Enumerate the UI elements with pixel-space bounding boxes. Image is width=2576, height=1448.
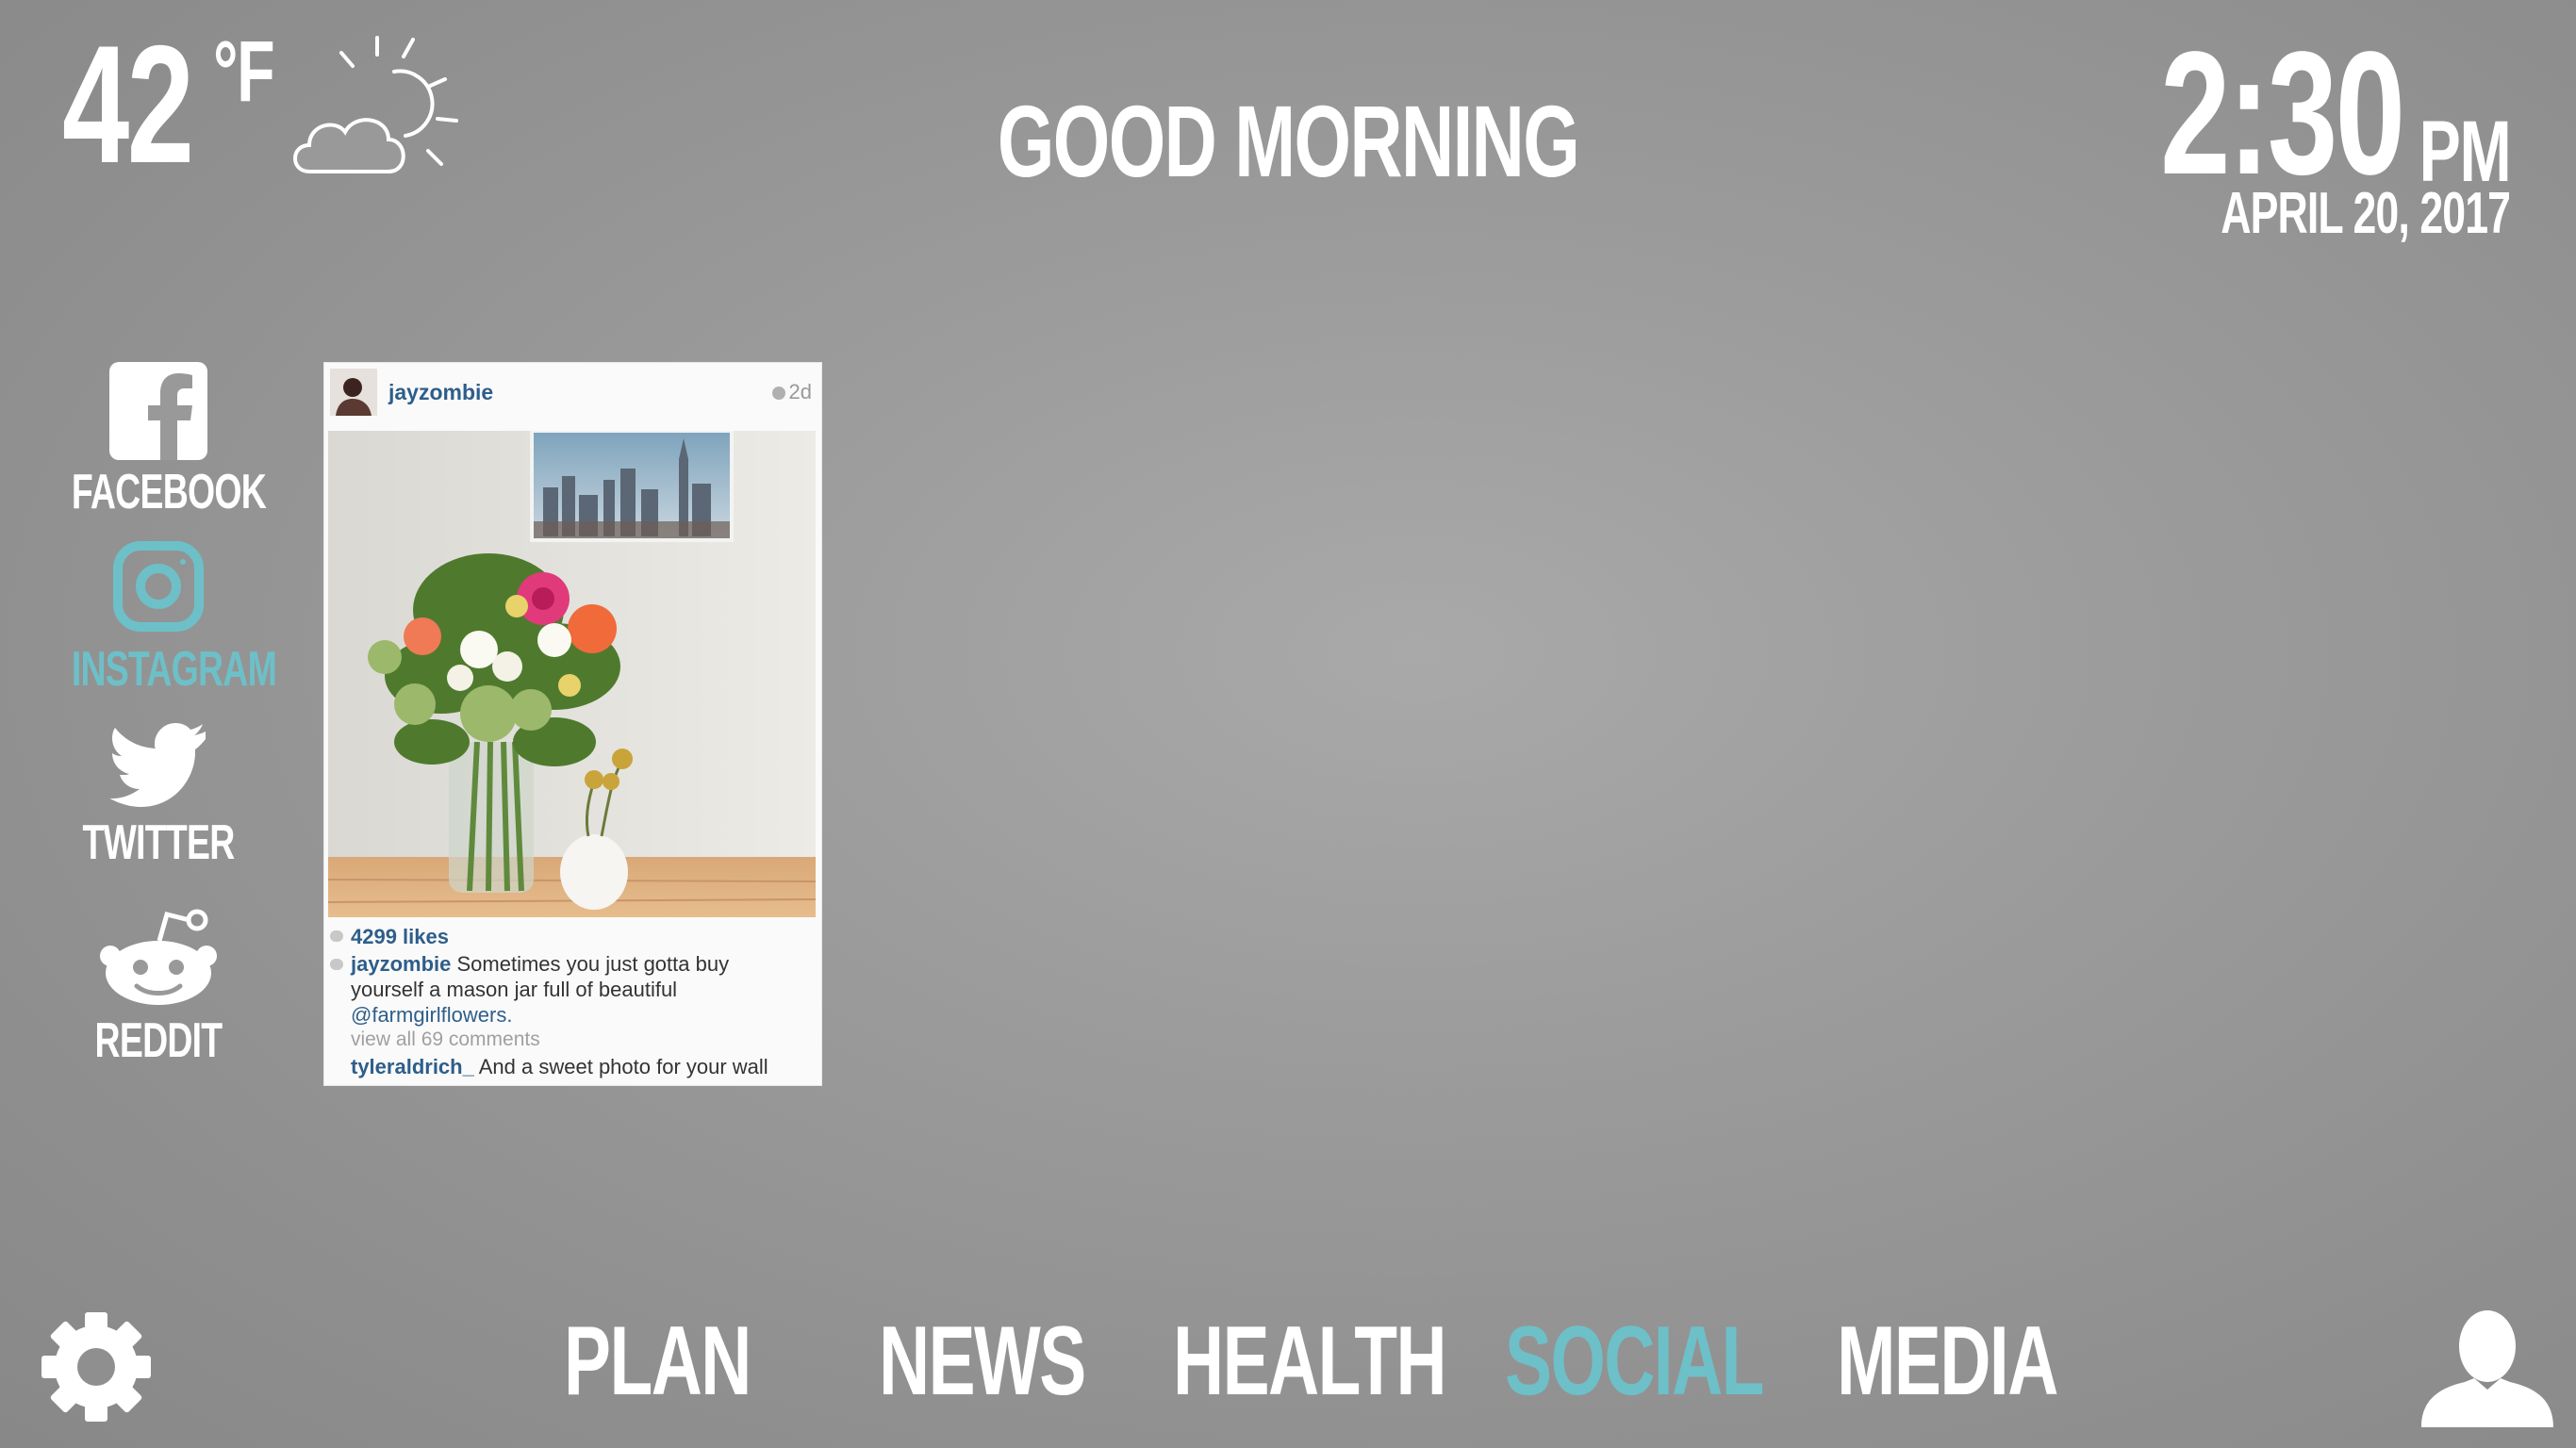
comment-username[interactable]: tyleraldrich_ <box>351 1055 474 1078</box>
sidebar-item-reddit[interactable]: REDDIT <box>38 909 279 1065</box>
post-caption: jayzombie Sometimes you just gotta buy y… <box>351 951 803 1028</box>
sidebar-item-label: TWITTER <box>82 815 235 870</box>
sidebar-item-label: FACEBOOK <box>71 465 267 519</box>
twitter-icon <box>109 723 206 807</box>
post-age: 2d <box>771 380 812 404</box>
tab-plan[interactable]: PLAN <box>564 1312 823 1410</box>
tab-social[interactable]: SOCIAL <box>1505 1312 1863 1410</box>
reddit-icon <box>100 909 217 1005</box>
facebook-icon <box>109 362 207 460</box>
caption-mention[interactable]: @farmgirlflowers. <box>351 1003 512 1027</box>
post-age-text: 2d <box>788 380 812 403</box>
tab-news[interactable]: NEWS <box>879 1312 1165 1410</box>
comment-text: And a sweet photo for your wall <box>478 1055 768 1078</box>
gear-icon[interactable] <box>40 1310 153 1423</box>
tab-label: NEWS <box>879 1307 1086 1416</box>
comment-icon <box>330 959 343 970</box>
user-profile-icon[interactable] <box>2421 1305 2553 1427</box>
tab-media[interactable]: MEDIA <box>1837 1312 2143 1410</box>
post-likes[interactable]: 4299 likes <box>351 925 449 949</box>
tab-label: PLAN <box>564 1307 751 1416</box>
caption-username[interactable]: jayzombie <box>351 952 451 976</box>
greeting-text: GOOD MORNING <box>997 84 1580 198</box>
clock-icon <box>771 387 785 401</box>
post-photo[interactable] <box>328 431 816 917</box>
tab-label: HEALTH <box>1173 1307 1447 1416</box>
sidebar-item-label: INSTAGRAM <box>71 642 277 697</box>
heart-icon <box>330 930 343 942</box>
post-username[interactable]: jayzombie <box>388 380 493 405</box>
tab-label: SOCIAL <box>1505 1307 1764 1416</box>
sidebar-item-label: REDDIT <box>94 1013 223 1068</box>
clock-time: 2:30 <box>2159 16 2405 211</box>
view-all-comments-link[interactable]: view all 69 comments <box>351 1028 540 1051</box>
avatar[interactable] <box>330 369 377 416</box>
instagram-icon <box>113 541 204 632</box>
sidebar-item-facebook[interactable]: FACEBOOK <box>38 362 279 517</box>
sidebar-item-twitter[interactable]: TWITTER <box>38 722 279 867</box>
instagram-post[interactable]: jayzombie 2d 4299 likes jayzombie Someti… <box>323 362 822 1086</box>
tab-health[interactable]: HEALTH <box>1173 1312 1552 1410</box>
tab-label: MEDIA <box>1837 1307 2058 1416</box>
avatar-image <box>330 369 377 416</box>
clock-date: APRIL 20, 2017 <box>2221 181 2511 246</box>
sidebar-item-instagram[interactable]: INSTAGRAM <box>38 541 279 694</box>
post-comment: tyleraldrich_ And a sweet photo for your… <box>351 1055 768 1079</box>
